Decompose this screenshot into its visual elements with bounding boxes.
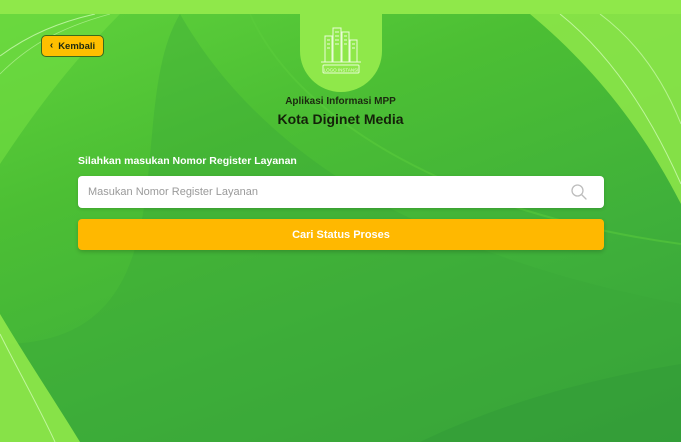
search-status-button[interactable]: Cari Status Proses xyxy=(78,219,604,250)
search-box xyxy=(78,176,604,208)
app-subtitle: Aplikasi Informasi MPP xyxy=(285,96,396,107)
app-title: Kota Diginet Media xyxy=(277,111,404,127)
back-button-label: Kembali xyxy=(58,40,96,52)
main-panel: LOGO INSTANSI ‹ Kembali Aplikasi Informa… xyxy=(0,14,681,442)
register-number-input[interactable] xyxy=(78,176,568,208)
city-buildings-logo: LOGO INSTANSI xyxy=(321,27,361,74)
logo-text: LOGO INSTANSI xyxy=(324,68,359,73)
back-button[interactable]: ‹ Kembali xyxy=(41,35,104,57)
register-number-label: Silahkan masukan Nomor Register Layanan xyxy=(78,155,297,167)
top-strip xyxy=(0,0,681,14)
page: LOGO INSTANSI ‹ Kembali Aplikasi Informa… xyxy=(0,0,681,442)
chevron-left-icon: ‹ xyxy=(49,40,54,51)
search-icon[interactable] xyxy=(568,181,590,203)
